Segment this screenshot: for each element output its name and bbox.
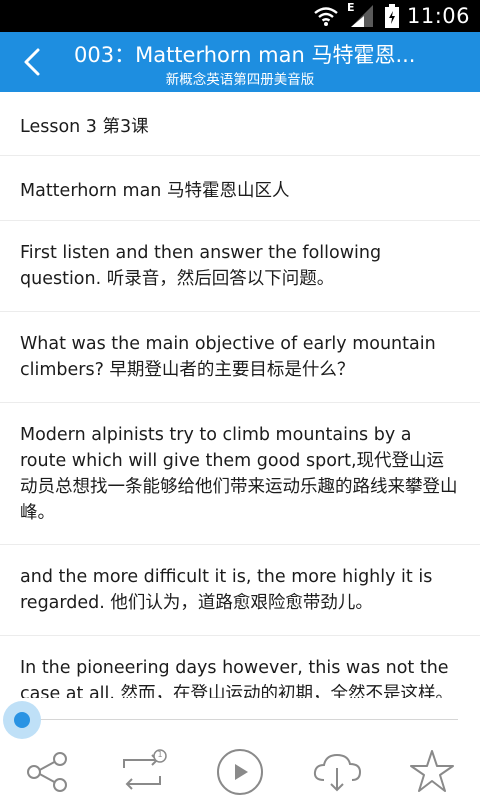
list-item-text: Modern alpinists try to climb mountains … (20, 425, 458, 523)
list-item-text: First listen and then answer the followi… (20, 243, 382, 289)
page-title: 003：Matterhorn man 马特霍恩... (74, 43, 416, 67)
favorite-button[interactable] (406, 746, 458, 798)
seek-track[interactable] (22, 719, 458, 720)
play-icon (217, 749, 263, 795)
wifi-icon (314, 7, 338, 26)
list-item-text: What was the main objective of early mou… (20, 334, 436, 380)
repeat-count-badge: 1 (157, 750, 163, 759)
download-button[interactable] (310, 746, 362, 798)
list-item[interactable]: In the pioneering days however, this was… (0, 636, 480, 698)
cell-signal: E (347, 1, 377, 29)
list-item[interactable]: Modern alpinists try to climb mountains … (0, 403, 480, 545)
share-button[interactable] (22, 746, 74, 798)
list-item-text: In the pioneering days however, this was… (20, 658, 454, 698)
download-icon (313, 753, 362, 792)
status-bar: E 11:06 (0, 0, 480, 32)
seek-bar[interactable] (0, 698, 480, 740)
list-item[interactable]: Lesson 3 第3课 (0, 92, 480, 156)
list-item[interactable]: First listen and then answer the followi… (0, 221, 480, 312)
player-toolbar: 1 (0, 740, 480, 800)
play-button[interactable] (214, 746, 266, 798)
cell-signal-icon (350, 5, 373, 27)
status-icons: E 11:06 (313, 0, 470, 32)
repeat-button[interactable]: 1 (116, 746, 168, 798)
page-subtitle: 新概念英语第四册美音版 (165, 72, 315, 88)
seek-thumb[interactable] (14, 712, 30, 728)
list-item[interactable]: and the more difficult it is, the more h… (0, 545, 480, 636)
battery-icon (384, 4, 399, 28)
status-time: 11:06 (406, 4, 470, 28)
app-header: 003：Matterhorn man 马特霍恩... 新概念英语第四册美音版 (0, 32, 480, 92)
list-item-text: Lesson 3 第3课 (20, 117, 149, 137)
list-item[interactable]: Matterhorn man 马特霍恩山区人 (0, 156, 480, 221)
lesson-text-list[interactable]: Lesson 3 第3课 Matterhorn man 马特霍恩山区人 Firs… (0, 92, 480, 698)
list-item[interactable]: What was the main objective of early mou… (0, 312, 480, 403)
list-item-text: and the more difficult it is, the more h… (20, 567, 433, 613)
share-icon (27, 752, 67, 792)
list-item-text: Matterhorn man 马特霍恩山区人 (20, 181, 290, 201)
star-icon (410, 750, 454, 792)
